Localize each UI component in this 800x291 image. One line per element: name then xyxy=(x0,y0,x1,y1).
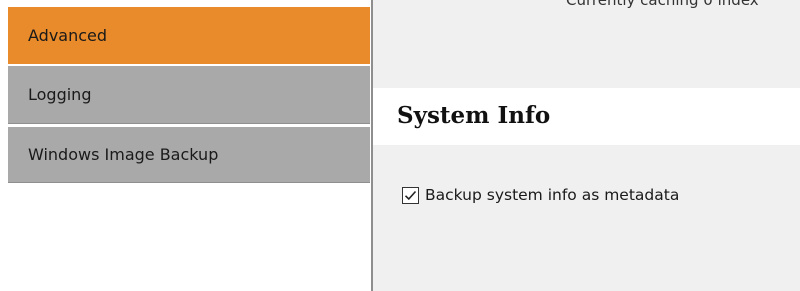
sidebar-item-logging[interactable]: Logging xyxy=(8,66,370,124)
backup-system-info-checkbox[interactable] xyxy=(402,186,419,204)
settings-panel: Currently caching 0 index System Info Ba… xyxy=(373,0,800,291)
sidebar-item-label: Logging xyxy=(28,85,92,104)
settings-sidebar: Advanced Logging Windows Image Backup xyxy=(0,0,370,291)
section-header: System Info xyxy=(373,88,800,145)
sidebar-item-label: Advanced xyxy=(28,26,108,45)
sidebar-item-windows-image-backup[interactable]: Windows Image Backup xyxy=(8,127,370,183)
sidebar-item-label: Windows Image Backup xyxy=(28,145,219,164)
section-title: System Info xyxy=(397,102,551,129)
check-icon xyxy=(404,190,417,200)
sidebar-item-advanced[interactable]: Advanced xyxy=(8,7,370,64)
backup-system-info-option[interactable]: Backup system info as metadata xyxy=(402,186,679,204)
checkbox-label: Backup system info as metadata xyxy=(425,186,680,204)
caching-status-text: Currently caching 0 index xyxy=(566,0,759,9)
